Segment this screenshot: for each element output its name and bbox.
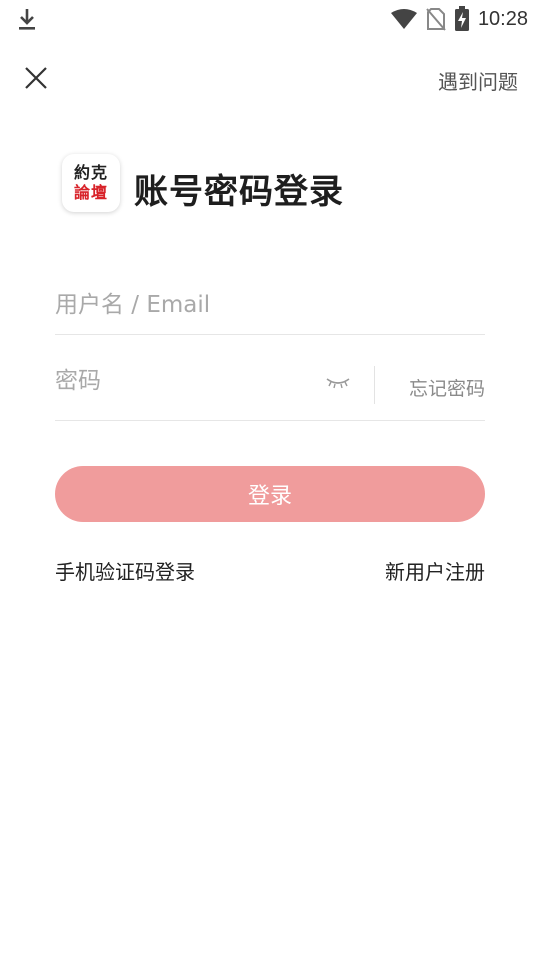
register-link[interactable]: 新用户注册 [385,556,485,585]
password-input[interactable] [55,364,305,398]
password-field-container: 忘记密码 [55,358,485,421]
logo-text-bottom: 論壇 [73,183,108,202]
logo-text-top: 約克 [73,163,108,182]
battery-charging-icon [454,6,469,31]
wifi-icon [390,9,417,29]
sms-login-link[interactable]: 手机验证码登录 [55,556,195,585]
status-time: 10:28 [477,7,528,30]
login-button[interactable]: 登录 [55,466,485,522]
username-input[interactable] [55,288,485,322]
status-bar: 10:28 [0,0,540,38]
field-divider [374,366,375,404]
close-icon[interactable] [22,64,50,92]
download-icon [19,9,35,30]
no-sim-icon [426,8,446,31]
page-title: 账号密码登录 [134,172,344,212]
status-icons: 10:28 [390,4,528,34]
forgot-password-link[interactable]: 忘记密码 [409,374,485,401]
username-field-container [55,280,485,335]
help-link[interactable]: 遇到问题 [438,66,518,95]
app-logo: 約克 論壇 [62,154,120,212]
eye-closed-icon[interactable] [325,376,351,390]
